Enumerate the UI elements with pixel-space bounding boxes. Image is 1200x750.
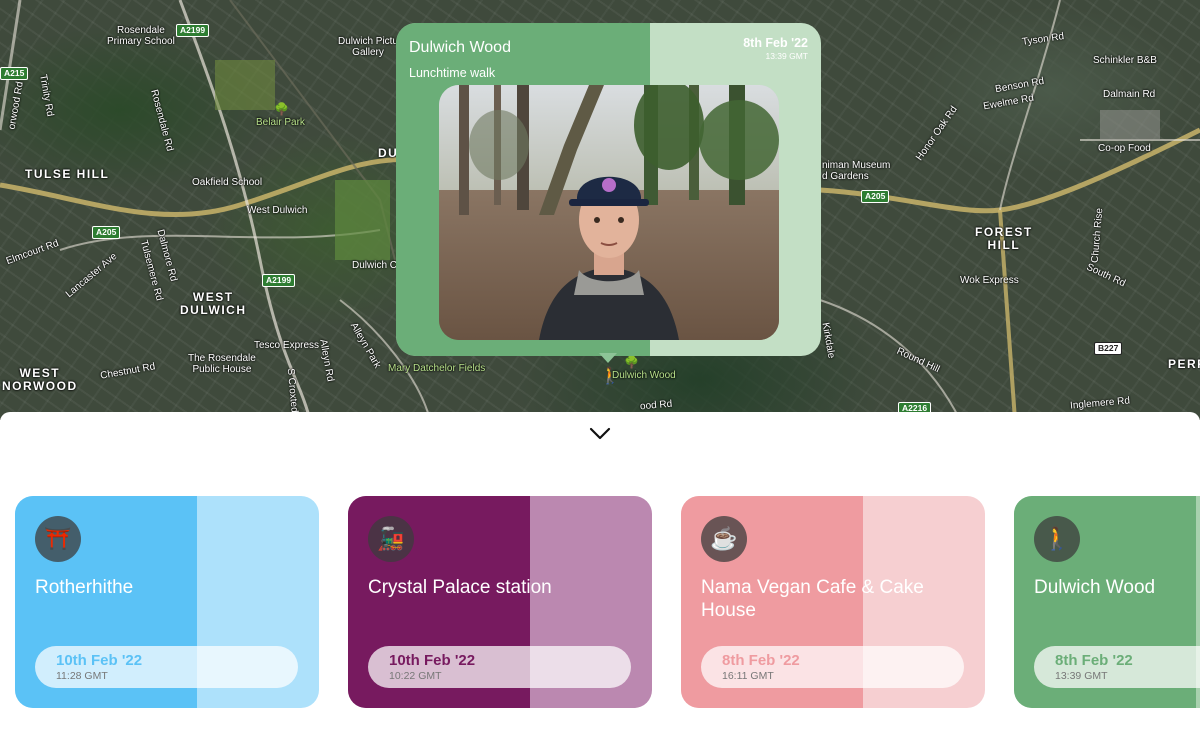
map-poi-label: Dalmain Rd <box>1103 89 1156 100</box>
card-date-pill: 10th Feb '22 10:22 GMT <box>368 646 631 688</box>
torii-gate-icon: ⛩️ <box>35 516 81 562</box>
map-poi-label: Co-op Food <box>1098 143 1151 154</box>
card-time: 10:22 GMT <box>389 670 442 682</box>
location-popup[interactable]: Dulwich Wood Lunchtime walk 8th Feb '22 … <box>396 23 821 356</box>
road-badge: A215 <box>0 67 29 80</box>
card-time: 11:28 GMT <box>56 670 108 682</box>
card-date-pill: 10th Feb '22 11:28 GMT <box>35 646 298 688</box>
location-card[interactable]: ⛩️ Rotherhithe 10th Feb '22 11:28 GMT <box>15 496 319 708</box>
park-tree-icon: 🌳 <box>624 355 639 369</box>
card-time: 13:39 GMT <box>1055 670 1108 682</box>
location-card[interactable]: 🚶 Dulwich Wood 8th Feb '22 13:39 GMT <box>1014 496 1200 708</box>
map-poi-label: Wok Express <box>960 275 1019 286</box>
location-card[interactable]: ☕ Nama Vegan Cafe & Cake House 8th Feb '… <box>681 496 985 708</box>
photo-illustration <box>439 85 779 340</box>
map-area-label: WEST NORWOOD <box>2 366 78 394</box>
bottom-sheet: ⛩️ Rotherhithe 10th Feb '22 11:28 GMT 🚂 … <box>0 412 1200 750</box>
card-time: 16:11 GMT <box>722 670 774 682</box>
map-poi-label: West Dulwich <box>247 205 308 216</box>
card-date: 8th Feb '22 <box>722 652 800 669</box>
road-badge: A2199 <box>176 24 210 37</box>
walking-person-icon: 🚶 <box>1034 516 1080 562</box>
map-poi-label: Mary Datchelor Fields <box>388 363 486 374</box>
map-area-label: WEST DULWICH <box>180 290 247 318</box>
park-tree-icon: 🌳 <box>274 102 289 116</box>
coffee-icon: ☕ <box>701 516 747 562</box>
map-poi-label: Dulwich Wood <box>612 370 676 381</box>
card-title: Rotherhithe <box>35 577 134 598</box>
map-poi-label: Oakfield School <box>192 177 263 188</box>
popup-subtitle: Lunchtime walk <box>409 66 496 80</box>
card-date: 10th Feb '22 <box>56 652 143 669</box>
card-title: Dulwich Wood <box>1034 577 1156 598</box>
card-title: Nama Vegan Cafe & Cake House <box>701 577 924 621</box>
map-area-label: FOREST HILL <box>975 225 1033 253</box>
popup-pointer <box>599 353 617 363</box>
card-date-pill: 8th Feb '22 13:39 GMT <box>1034 646 1200 688</box>
map-poi-label: Schinkler B&B <box>1093 55 1157 66</box>
popup-time: 13:39 GMT <box>765 51 808 61</box>
road-badge: A205 <box>92 226 121 239</box>
card-date: 10th Feb '22 <box>389 652 476 669</box>
map-poi-label: Rosendale Primary School <box>107 25 175 47</box>
road-badge: A2199 <box>262 274 296 287</box>
train-icon: 🚂 <box>368 516 414 562</box>
map-poi-label: Belair Park <box>256 117 305 128</box>
card-date: 8th Feb '22 <box>1055 652 1133 669</box>
popup-date: 8th Feb '22 <box>743 36 808 50</box>
location-card[interactable]: 🚂 Crystal Palace station 10th Feb '22 10… <box>348 496 652 708</box>
walking-person-map-pin-icon[interactable]: 🚶 <box>600 366 620 386</box>
card-title: Crystal Palace station <box>368 577 552 598</box>
app: TULSE HILL WEST DULWICH WEST NORWOOD FOR… <box>0 0 1200 750</box>
map-poi-label: Dulwich Co <box>352 260 403 271</box>
chevron-down-icon <box>589 427 611 440</box>
map-poi-label: The Rosendale Public House <box>188 353 256 375</box>
popup-title: Dulwich Wood <box>409 39 511 56</box>
collapse-sheet-button[interactable] <box>585 422 615 446</box>
map-poi-label: niman Museum d Gardens <box>822 160 891 182</box>
road-badge: A205 <box>861 190 890 203</box>
map-poi-label: Tesco Express <box>254 340 320 351</box>
road-badge: B227 <box>1094 342 1123 355</box>
map-poi-label: Dulwich Pictu Gallery <box>338 36 399 58</box>
popup-photo[interactable] <box>439 85 779 340</box>
card-date-pill: 8th Feb '22 16:11 GMT <box>701 646 964 688</box>
map-area-label: PERR <box>1168 357 1200 371</box>
map-area-label: TULSE HILL <box>25 167 110 181</box>
